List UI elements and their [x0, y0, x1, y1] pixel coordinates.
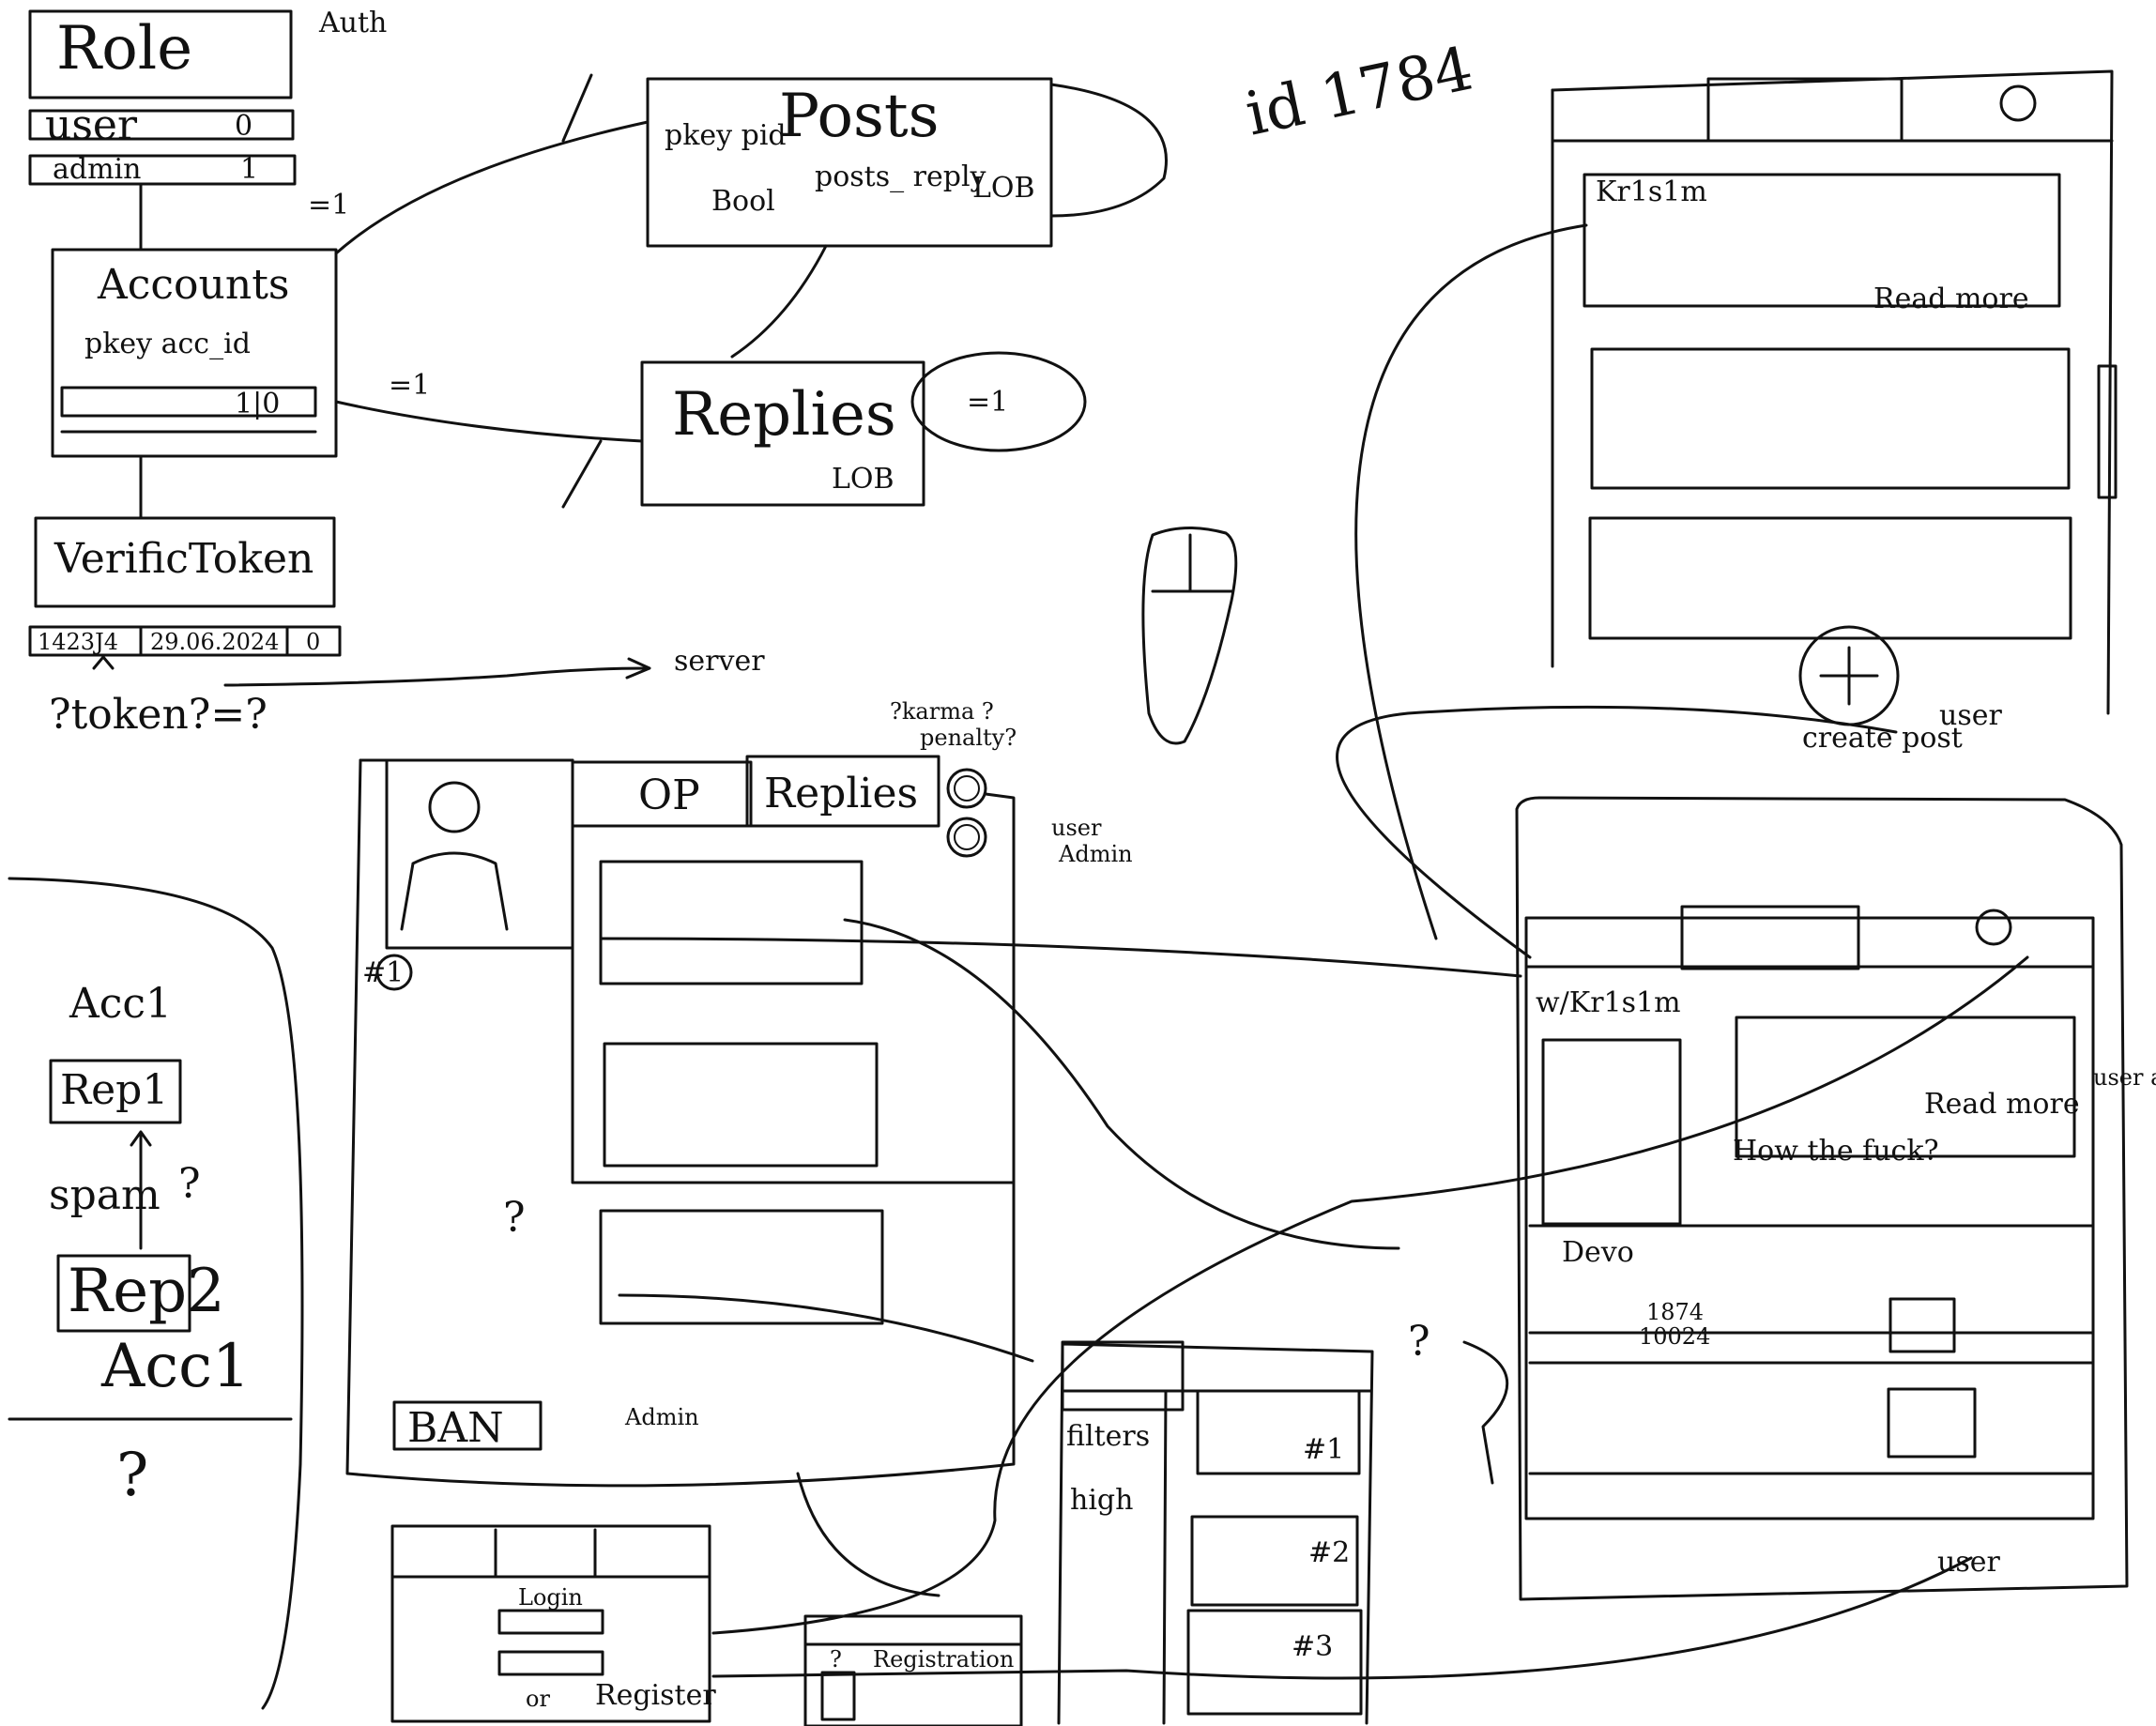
tab-replies[interactable]: Replies — [764, 773, 918, 815]
role-row-admin-val: 1 — [240, 153, 259, 186]
post-question: ? — [503, 1194, 526, 1242]
role-user-label: user — [1051, 815, 1102, 841]
server-label: server — [674, 645, 765, 678]
posts-reply: posts_ reply — [815, 160, 986, 193]
accounts-pk: pkey acc_id — [84, 328, 251, 360]
role-row-user-val: 0 — [235, 110, 253, 143]
filter-item-2[interactable]: #2 — [1308, 1539, 1350, 1567]
posts-lob: LOB — [972, 172, 1035, 205]
thread-score-b: 10024 — [1639, 1323, 1711, 1350]
posts-title: Posts — [779, 82, 940, 151]
posts-pk: pkey pid — [665, 119, 787, 152]
filter-item-3[interactable]: #3 — [1292, 1633, 1333, 1661]
accounts-title: Accounts — [98, 261, 290, 309]
spam-acc-bottom: Acc1 — [101, 1332, 251, 1401]
auth-label: Auth — [319, 7, 388, 39]
role-admin-label: Admin — [1059, 841, 1133, 867]
thread-comment: How the fuck? — [1733, 1135, 1939, 1168]
cardinality-role: =1 — [308, 189, 350, 221]
posts-bool: Bool — [711, 185, 775, 218]
accounts-row-values: 1|0 — [235, 388, 281, 420]
registration-question: ? — [830, 1646, 842, 1673]
filters-sort[interactable]: high — [1070, 1487, 1133, 1515]
ban-button[interactable]: BAN — [407, 1408, 504, 1449]
feed-role-user: user — [1939, 699, 2002, 732]
ban-admin-label: Admin — [625, 1404, 699, 1430]
role-row-user: user — [45, 101, 137, 149]
tab-op[interactable]: OP — [638, 775, 700, 817]
filters-label[interactable]: filters — [1066, 1423, 1150, 1451]
spam-question-large: ? — [116, 1441, 149, 1510]
post-badge: #1 — [362, 956, 405, 989]
thread-user[interactable]: w/Kr1s1m — [1536, 989, 1681, 1017]
login-or: or — [526, 1686, 550, 1712]
role-title: Role — [56, 14, 193, 84]
thread-role-user-admin: user admin — [2093, 1064, 2156, 1091]
spam-rep2: Rep2 — [68, 1257, 225, 1326]
verific-flag: 0 — [306, 629, 321, 655]
verific-token: 1423J4 — [38, 629, 118, 655]
token-note: ?token?=? — [49, 691, 268, 739]
feed-user[interactable]: Kr1s1m — [1596, 178, 1707, 206]
verific-title: VerificToken — [54, 535, 314, 583]
edit-icon[interactable] — [954, 775, 980, 802]
cardinality-accounts: =1 — [389, 369, 431, 402]
karma-note: ?karma ? — [890, 698, 994, 725]
replies-title: Replies — [672, 380, 896, 450]
spam-question: ? — [178, 1160, 201, 1208]
spam-label: spam — [49, 1171, 161, 1219]
role-row-admin: admin — [53, 153, 142, 186]
verific-date: 29.06.2024 — [150, 629, 280, 655]
filter-item-1[interactable]: #1 — [1303, 1436, 1344, 1464]
registration-title: Registration — [873, 1646, 1015, 1673]
register-link[interactable]: Register — [595, 1682, 716, 1710]
login-title: Login — [518, 1584, 583, 1611]
spam-acc-top: Acc1 — [69, 980, 173, 1028]
thread-user2[interactable]: Devo — [1562, 1239, 1634, 1267]
penalty-note: penalty? — [920, 725, 1017, 751]
thread-score-a: 1874 — [1646, 1299, 1705, 1325]
thread-read-more[interactable]: Read more — [1924, 1091, 2080, 1119]
cardinality-replies: =1 — [967, 386, 1009, 419]
thread-side-question: ? — [1408, 1318, 1430, 1366]
spam-rep1: Rep1 — [60, 1066, 169, 1114]
thread-role-user: user — [1937, 1546, 2000, 1579]
feed-read-more[interactable]: Read more — [1873, 285, 2029, 313]
replies-lob: LOB — [832, 463, 895, 496]
delete-icon[interactable] — [954, 824, 980, 850]
